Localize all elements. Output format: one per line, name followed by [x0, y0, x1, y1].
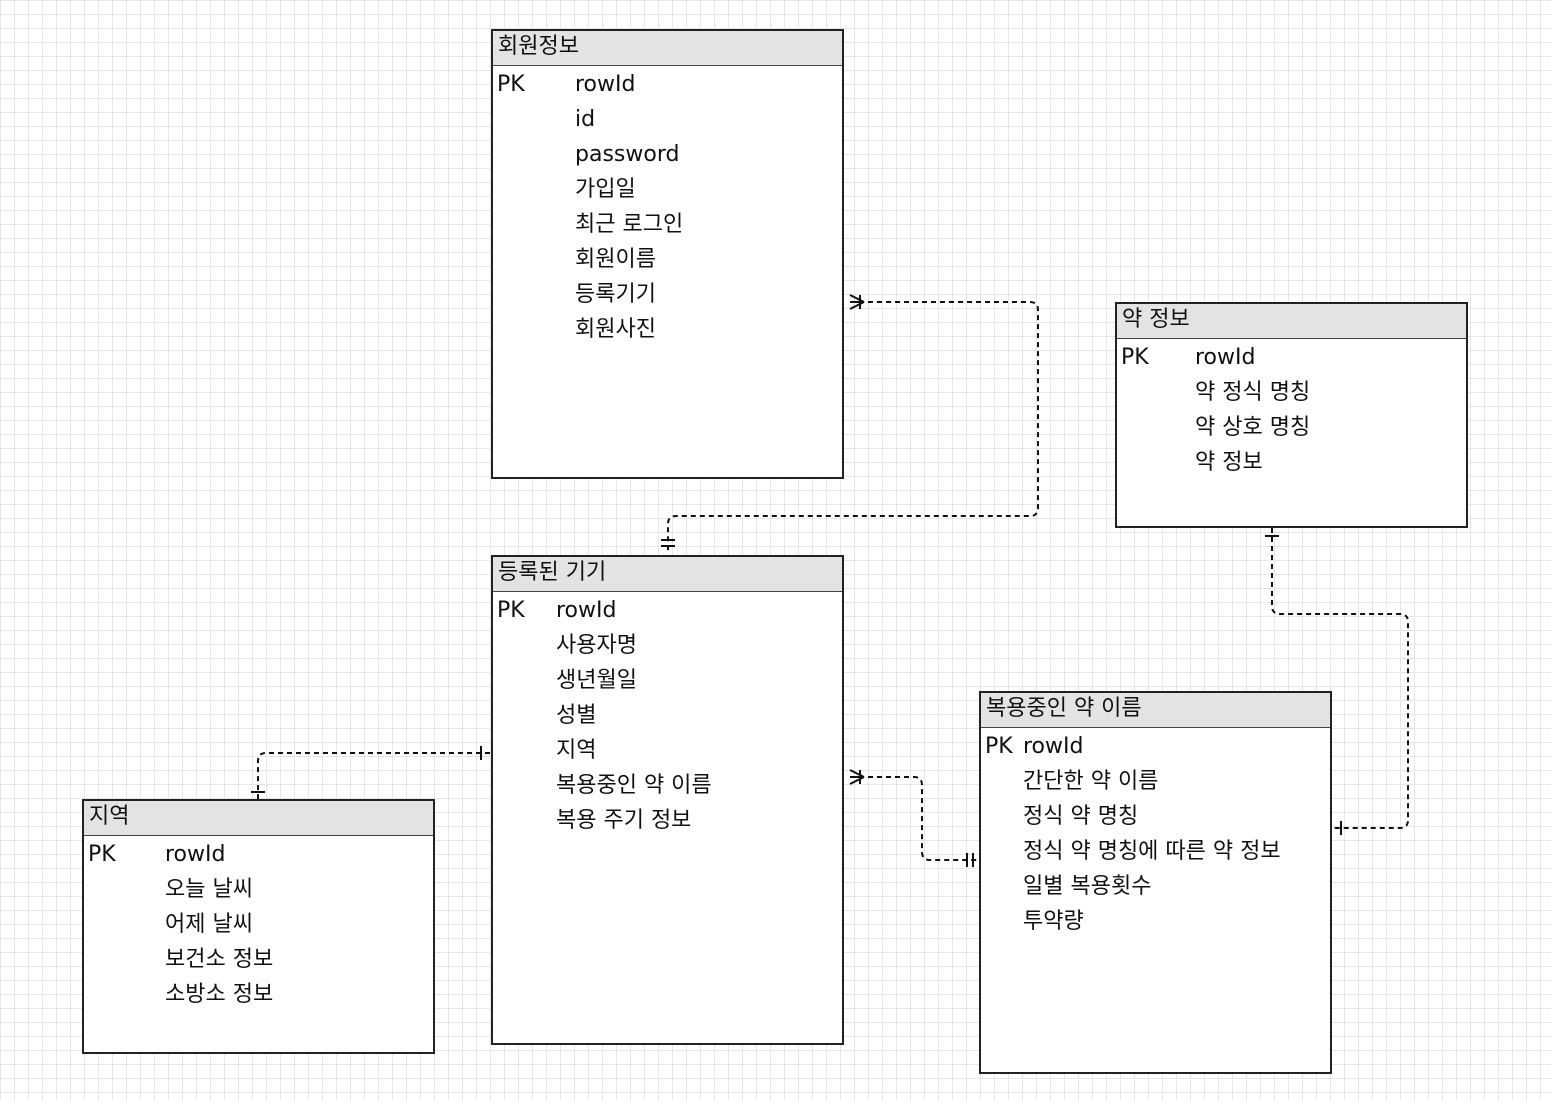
entity-row: 사용자명 — [493, 628, 842, 663]
entity-row: 회원사진 — [493, 312, 842, 347]
entity-title: 회원정보 — [493, 31, 842, 66]
entity-registered-device[interactable]: 등록된 기기 PK rowId 사용자명 생년월일 성별 지역 복용중인 약 이… — [491, 555, 844, 1045]
entity-row: 보건소 정보 — [84, 942, 433, 977]
field-label: 지역 — [556, 738, 597, 763]
entity-title: 등록된 기기 — [493, 557, 842, 592]
field-label: 회원이름 — [575, 247, 656, 272]
field-label: 복용 주기 정보 — [556, 808, 692, 833]
field-label: 간단한 약 이름 — [1023, 769, 1159, 794]
double-bar-marker-medication-left — [966, 853, 974, 867]
entity-row: 성별 — [493, 698, 842, 733]
field-label: 약 정보 — [1195, 450, 1263, 475]
field-label: rowId — [556, 598, 617, 623]
primary-key-label: PK — [497, 72, 525, 97]
primary-key-label: PK — [1121, 345, 1149, 370]
entity-title: 복용중인 약 이름 — [981, 693, 1330, 728]
crowfoot-marker-member — [849, 294, 865, 310]
field-label: 약 상호 명칭 — [1195, 415, 1311, 440]
entity-row: 일별 복용횟수 — [981, 869, 1330, 904]
entity-row: 오늘 날씨 — [84, 872, 433, 907]
entity-row-pk: PK rowId — [981, 729, 1330, 764]
entity-title: 지역 — [84, 801, 433, 836]
entity-row-pk: PK rowId — [493, 67, 842, 102]
entity-row: 약 상호 명칭 — [1117, 410, 1466, 445]
crowfoot-marker-device-right — [849, 769, 865, 785]
field-label: 소방소 정보 — [165, 982, 274, 1007]
entity-row: 투약량 — [981, 904, 1330, 939]
primary-key-label: PK — [497, 598, 525, 623]
field-label: 어제 날씨 — [165, 912, 253, 937]
entity-row: 약 정보 — [1117, 445, 1466, 480]
entity-row: 지역 — [493, 733, 842, 768]
field-label: 성별 — [556, 703, 597, 728]
entity-row: 복용중인 약 이름 — [493, 768, 842, 803]
entity-row: 생년월일 — [493, 663, 842, 698]
entity-row: 약 정식 명칭 — [1117, 375, 1466, 410]
entity-row: 가입일 — [493, 172, 842, 207]
field-label: 등록기기 — [575, 282, 656, 307]
field-label: 일별 복용횟수 — [1023, 874, 1152, 899]
field-label: 약 정식 명칭 — [1195, 380, 1311, 405]
entity-row: 최근 로그인 — [493, 207, 842, 242]
field-label: rowId — [165, 842, 226, 867]
entity-row: 회원이름 — [493, 242, 842, 277]
entity-drug-info[interactable]: 약 정보 PK rowId 약 정식 명칭 약 상호 명칭 약 정보 — [1115, 302, 1468, 528]
double-bar-marker-device-top — [661, 539, 675, 547]
field-label: 정식 약 명칭 — [1023, 804, 1139, 829]
entity-region[interactable]: 지역 PK rowId 오늘 날씨 어제 날씨 보건소 정보 소방소 정보 — [82, 799, 435, 1054]
entity-medication[interactable]: 복용중인 약 이름 PK rowId 간단한 약 이름 정식 약 명칭 정식 약… — [979, 691, 1332, 1074]
field-label: 가입일 — [575, 177, 636, 202]
entity-row: 소방소 정보 — [84, 977, 433, 1012]
field-label: 생년월일 — [556, 668, 637, 693]
entity-row: id — [493, 102, 842, 137]
field-label: 보건소 정보 — [165, 947, 274, 972]
entity-row: 등록기기 — [493, 277, 842, 312]
field-label: 회원사진 — [575, 317, 656, 342]
entity-row: password — [493, 137, 842, 172]
entity-row-pk: PK rowId — [84, 837, 433, 872]
entity-row: 정식 약 명칭 — [981, 799, 1330, 834]
field-label: 복용중인 약 이름 — [556, 773, 712, 798]
field-label: rowId — [1023, 734, 1084, 759]
entity-title: 약 정보 — [1117, 304, 1466, 339]
field-label: 오늘 날씨 — [165, 877, 253, 902]
field-label: 사용자명 — [556, 633, 637, 658]
entity-row: 정식 약 명칭에 따른 약 정보 — [981, 834, 1330, 869]
field-label: 정식 약 명칭에 따른 약 정보 — [1023, 839, 1281, 864]
relationship-line-device-region[interactable] — [257, 752, 490, 800]
field-label: password — [575, 142, 680, 167]
relationship-line-device-medication[interactable] — [850, 776, 980, 861]
entity-row: 간단한 약 이름 — [981, 764, 1330, 799]
field-label: 투약량 — [1023, 909, 1084, 934]
field-label: rowId — [575, 72, 636, 97]
field-label: 최근 로그인 — [575, 212, 684, 237]
field-label: id — [575, 107, 596, 132]
entity-row-pk: PK rowId — [1117, 340, 1466, 375]
primary-key-label: PK — [985, 734, 1013, 759]
entity-row: 복용 주기 정보 — [493, 803, 842, 838]
entity-member-info[interactable]: 회원정보 PK rowId id password 가입일 최근 로그인 회원이… — [491, 29, 844, 479]
field-label: rowId — [1195, 345, 1256, 370]
primary-key-label: PK — [88, 842, 116, 867]
entity-row: 어제 날씨 — [84, 907, 433, 942]
entity-row-pk: PK rowId — [493, 593, 842, 628]
